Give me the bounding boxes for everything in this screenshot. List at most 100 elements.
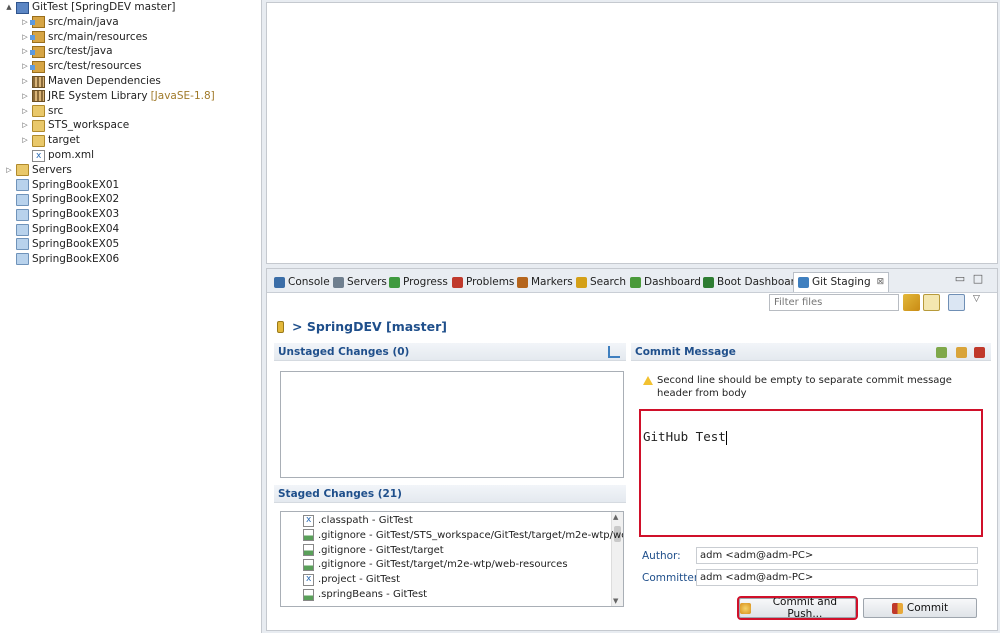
expand-toggle-icon[interactable]: ▷ <box>20 59 30 74</box>
expand-toggle-icon[interactable]: ▲ <box>4 0 14 15</box>
explorer-item-label: Maven Dependencies <box>48 75 161 87</box>
repository-title: > SpringDEV [master] <box>292 319 447 334</box>
explorer-item[interactable]: ▲ GitTest [SpringDEV master] <box>0 0 179 15</box>
explorer-item-label: SpringBookEX03 <box>32 208 120 221</box>
explorer-item[interactable]: ▷ src/main/resources <box>0 30 151 45</box>
commit-and-push-button[interactable]: Commit and Push... <box>737 596 858 620</box>
committer-label: Committer: <box>642 572 702 584</box>
scroll-down-icon[interactable]: ▼ <box>613 597 618 605</box>
commit-and-push-label: Commit and Push... <box>772 596 838 620</box>
author-label: Author: <box>642 550 681 562</box>
staged-file-row[interactable]: .gitignore - GitTest/STS_workspace/GitTe… <box>303 528 623 543</box>
stage-all-icon[interactable] <box>608 346 620 358</box>
explorer-item-label: SpringBookEX05 <box>32 237 120 250</box>
unstaged-files-list[interactable] <box>280 371 624 478</box>
expand-toggle-icon[interactable]: ▷ <box>20 74 30 89</box>
signed-off-icon[interactable] <box>956 347 967 358</box>
explorer-item-decoration: [JavaSE-1.8] <box>150 89 215 102</box>
markers-icon <box>517 276 528 288</box>
explorer-item[interactable]: SpringBookEX04 <box>0 222 122 237</box>
tab-label: Progress <box>403 275 448 288</box>
explorer-item-label: JRE System Library <box>48 89 148 102</box>
staged-list-scrollbar[interactable]: ▲ ▼ <box>611 512 623 606</box>
explorer-item[interactable]: pom.xml <box>0 148 97 164</box>
amend-icon[interactable] <box>936 347 947 358</box>
explorer-item[interactable]: ▷ src/test/resources <box>0 59 144 74</box>
expand-toggle-icon[interactable]: ▷ <box>20 30 30 45</box>
explorer-item[interactable]: SpringBookEX05 <box>0 237 122 252</box>
closed-project-icon <box>16 179 29 192</box>
staged-file-row[interactable]: .gitignore - GitTest/target <box>303 543 444 558</box>
author-field[interactable]: adm <adm@adm-PC> <box>696 547 978 564</box>
explorer-item[interactable]: ▷ src/main/java <box>0 15 122 30</box>
scroll-up-icon[interactable]: ▲ <box>613 513 618 521</box>
staged-file-row[interactable]: .project - GitTest <box>303 572 400 587</box>
tab-servers[interactable]: Servers <box>329 272 391 292</box>
servers-icon <box>333 276 344 288</box>
presentation-tree-icon[interactable] <box>923 294 940 311</box>
explorer-item[interactable]: ▷ JRE System Library [JavaSE-1.8] <box>0 89 215 104</box>
explorer-item[interactable]: SpringBookEX02 <box>0 192 122 207</box>
refresh-icon[interactable] <box>903 294 920 311</box>
maximize-view-icon[interactable]: □ <box>972 273 984 286</box>
explorer-item[interactable]: ▷ target <box>0 133 83 148</box>
tab-git-staging[interactable]: Git Staging ⊠ <box>793 272 890 292</box>
tab-console[interactable]: Console <box>270 272 334 292</box>
staged-file-row[interactable]: .gitignore - GitTest/target/m2e-wtp/web-… <box>303 557 568 572</box>
staged-files-list[interactable]: ▲ ▼ .classpath - GitTest .gitignore - Git… <box>280 511 624 607</box>
problems-icon <box>452 276 463 288</box>
close-tab-icon[interactable]: ⊠ <box>877 273 885 292</box>
commit-warning-text: Second line should be empty to separate … <box>657 375 952 399</box>
committer-field[interactable]: adm <adm@adm-PC> <box>696 569 978 586</box>
folder-icon <box>16 164 29 177</box>
expand-toggle-icon[interactable]: ▷ <box>20 104 30 119</box>
explorer-item[interactable]: ▷ Maven Dependencies <box>0 74 164 89</box>
tab-dashboard[interactable]: Dashboard <box>626 272 705 292</box>
staged-file-row[interactable]: .classpath - GitTest <box>303 513 413 528</box>
commit-message-input[interactable]: GitHub Test <box>639 409 983 537</box>
text-file-icon <box>303 558 314 571</box>
expand-toggle-icon[interactable]: ▷ <box>20 133 30 148</box>
explorer-item[interactable]: SpringBookEX01 <box>0 178 122 193</box>
expand-toggle-icon[interactable]: ▷ <box>20 44 30 59</box>
unstaged-changes-header: Unstaged Changes (0) <box>274 343 626 361</box>
explorer-item-label: src <box>48 104 64 117</box>
commit-push-icon <box>740 602 751 614</box>
explorer-item[interactable]: ▷ Servers <box>0 163 75 178</box>
expand-toggle-icon[interactable]: ▷ <box>20 89 30 104</box>
closed-project-icon <box>16 223 29 236</box>
tab-boot-dashboard[interactable]: Boot Dashboard <box>699 272 805 292</box>
repository-icon <box>277 320 284 333</box>
explorer-item[interactable]: ▷ src/test/java <box>0 44 116 59</box>
tab-label: Dashboard <box>644 275 701 288</box>
tab-label: Problems <box>466 275 515 288</box>
filter-files-input[interactable] <box>769 294 899 311</box>
tab-label: Boot Dashboard <box>717 275 802 288</box>
explorer-item-label: src/main/resources <box>48 30 148 43</box>
explorer-item[interactable]: ▷ src <box>0 104 66 119</box>
project-icon <box>16 1 29 14</box>
view-menu-icon[interactable]: ▽ <box>973 294 985 311</box>
expand-toggle-icon[interactable]: ▷ <box>4 163 14 178</box>
layout-toggle-icon[interactable] <box>948 294 965 311</box>
explorer-item-label: SpringBookEX04 <box>32 223 120 235</box>
tab-label: Console <box>288 275 330 288</box>
expand-toggle-icon[interactable]: ▷ <box>20 15 30 30</box>
folder-icon <box>32 119 45 132</box>
tab-markers[interactable]: Markers <box>513 272 577 292</box>
git-staging-icon <box>798 277 809 288</box>
staged-file-label: .springBeans - GitTest <box>318 589 428 600</box>
minimize-view-icon[interactable]: ▭ <box>954 273 966 286</box>
staged-file-row[interactable]: .springBeans - GitTest <box>303 587 427 602</box>
expand-toggle-icon[interactable]: ▷ <box>20 118 30 133</box>
tab-problems[interactable]: Problems <box>448 272 518 292</box>
package-folder-icon <box>30 60 45 73</box>
explorer-item[interactable]: SpringBookEX03 <box>0 207 122 222</box>
change-id-icon[interactable] <box>974 347 985 358</box>
tab-progress[interactable]: Progress <box>385 272 452 292</box>
explorer-item[interactable]: ▷ STS_workspace <box>0 118 132 133</box>
staged-file-label: .gitignore - GitTest/target/m2e-wtp/web-… <box>318 559 568 571</box>
commit-button[interactable]: Commit <box>863 598 977 618</box>
explorer-item[interactable]: SpringBookEX06 <box>0 252 122 267</box>
tab-search[interactable]: Search <box>572 272 630 292</box>
